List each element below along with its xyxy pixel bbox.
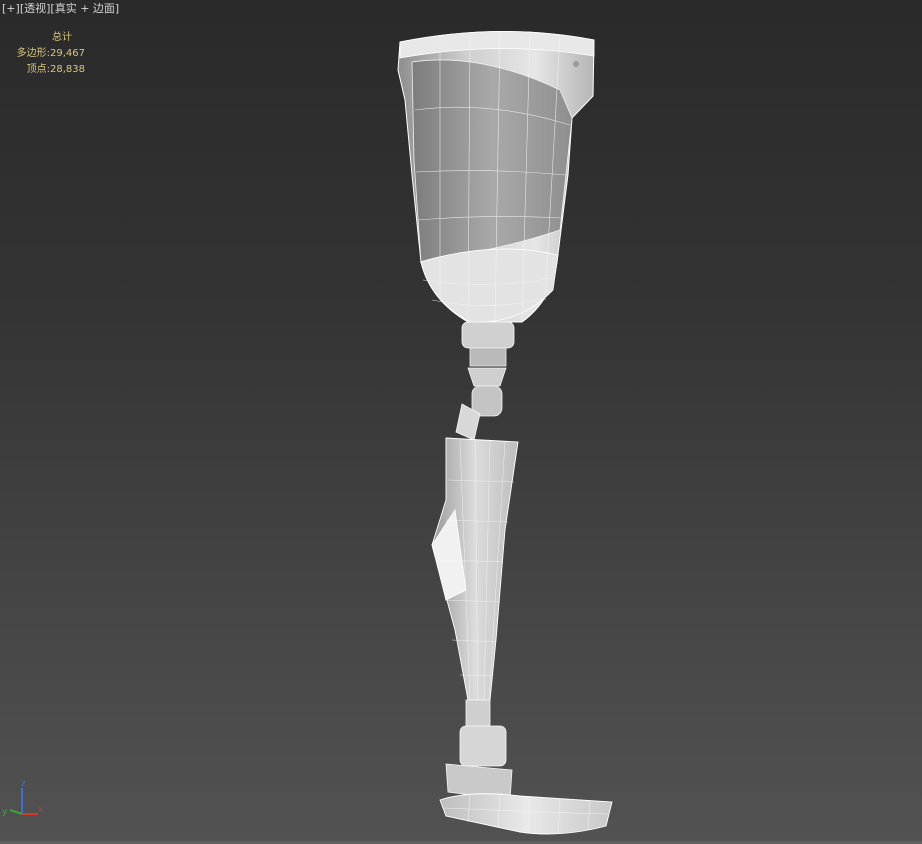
foot-part xyxy=(439,725,613,835)
axis-z-label: z xyxy=(21,779,26,789)
perspective-viewport[interactable]: [+][透视][真实 + 边面] 总计 多边形: 29,467 顶点: 28,8… xyxy=(0,0,922,844)
prosthetic-leg-model[interactable] xyxy=(0,0,922,844)
shin-cover-part xyxy=(431,437,519,729)
axis-y-label: y xyxy=(2,807,8,817)
pylon-adapter-part xyxy=(455,321,515,441)
xyz-axis-icon: z x y xyxy=(2,779,44,817)
axis-x-label: x xyxy=(38,805,44,815)
socket-part xyxy=(397,30,595,323)
